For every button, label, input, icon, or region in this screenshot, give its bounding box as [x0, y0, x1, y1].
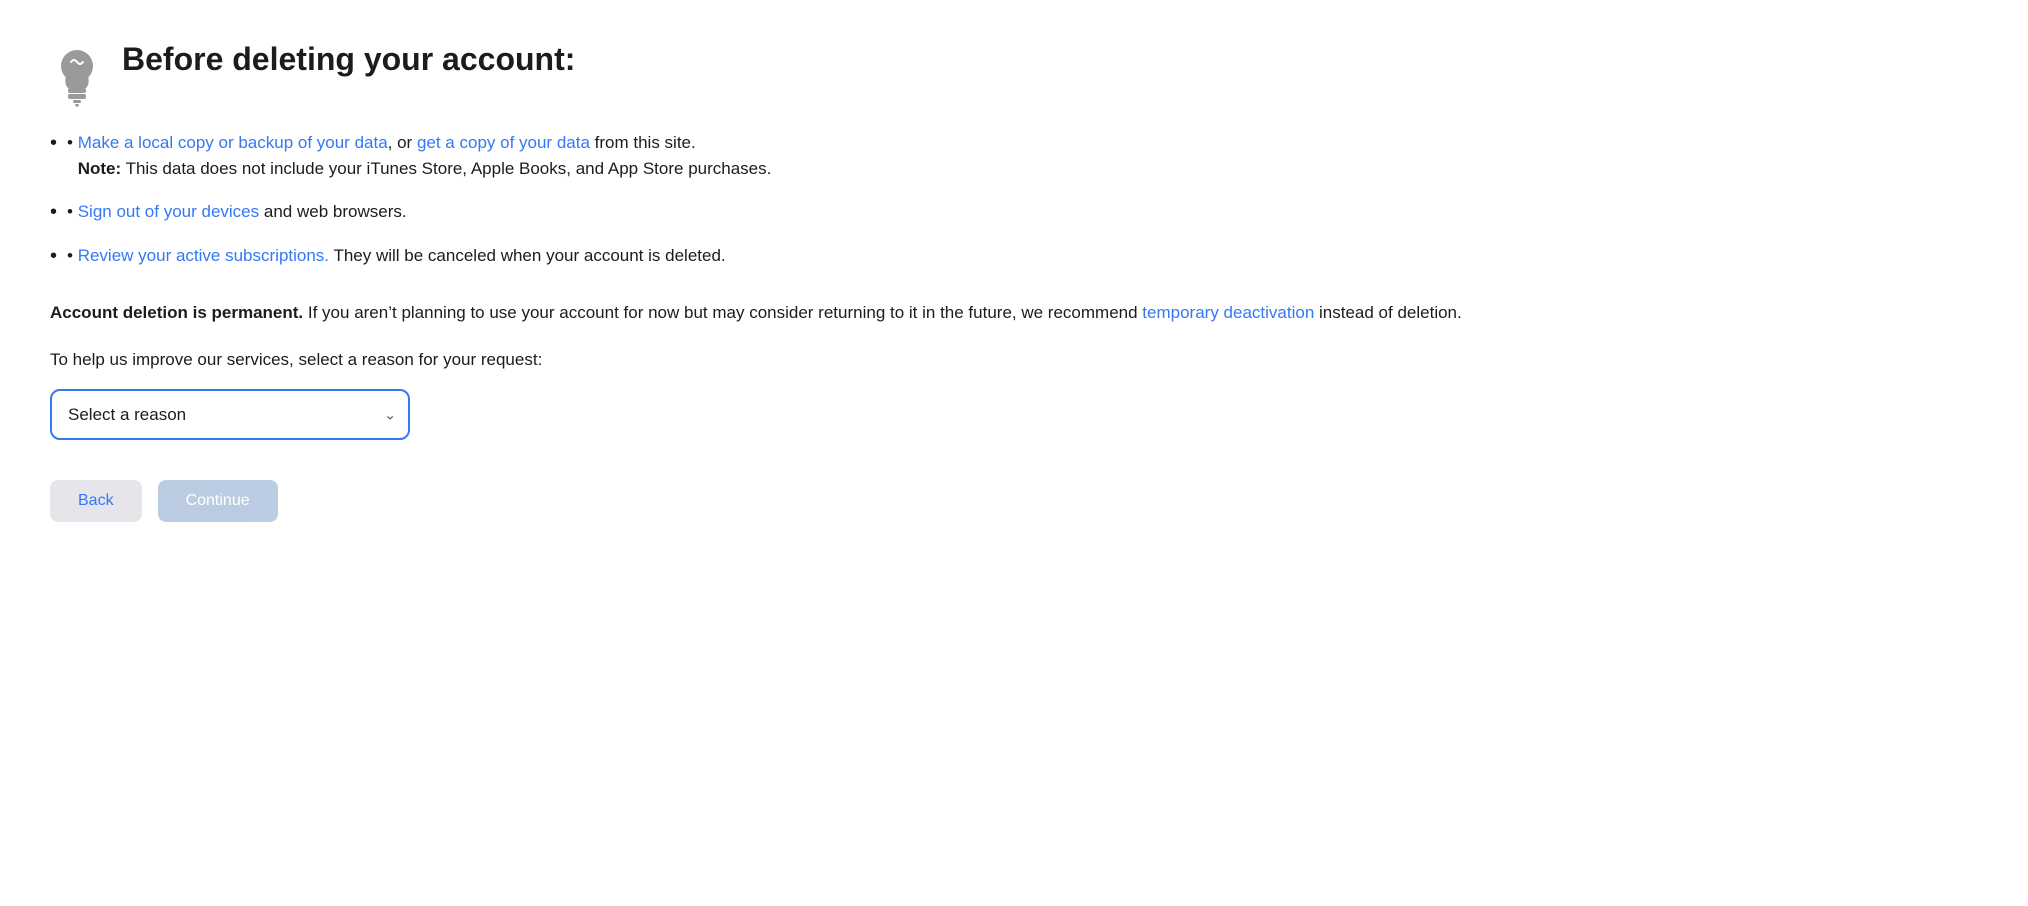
get-copy-link[interactable]: get a copy of your data: [417, 133, 590, 152]
continue-button[interactable]: Continue: [158, 480, 278, 522]
permanent-section: Account deletion is permanent. If you ar…: [50, 299, 1550, 326]
select-wrapper: Select a reason I use this service too m…: [50, 389, 410, 440]
reason-select[interactable]: Select a reason I use this service too m…: [50, 389, 410, 440]
list-item-3-content: Review your active subscriptions. They w…: [78, 243, 726, 269]
list-item-3: • Review your active subscriptions. They…: [50, 243, 1550, 269]
permanent-text1: If you aren’t planning to use your accou…: [308, 303, 1142, 322]
note-bold: Note:: [78, 159, 121, 178]
list-item-2-suffix: and web browsers.: [264, 202, 407, 221]
page-title: Before deleting your account:: [122, 40, 575, 78]
list-item-1: • Make a local copy or backup of your da…: [50, 130, 1550, 181]
list-item-1-suffix: from this site.: [595, 133, 696, 152]
lightbulb-icon: [50, 42, 104, 102]
sign-out-link[interactable]: Sign out of your devices: [78, 202, 259, 221]
page-container: Before deleting your account: • Make a l…: [50, 40, 1550, 522]
bullet-marker-3: •: [67, 243, 78, 269]
improve-section: To help us improve our services, select …: [50, 346, 1550, 373]
permanent-bold: Account deletion is permanent.: [50, 303, 303, 322]
list-item-2: • Sign out of your devices and web brows…: [50, 199, 1550, 225]
bullet-marker-2: •: [67, 199, 78, 225]
buttons-section: Back Continue: [50, 480, 1550, 522]
note-text: This data does not include your iTunes S…: [126, 159, 772, 178]
permanent-text2: instead of deletion.: [1319, 303, 1462, 322]
bullet-marker-1: •: [67, 130, 78, 156]
temporary-deactivation-link[interactable]: temporary deactivation: [1142, 303, 1314, 322]
make-local-copy-link[interactable]: Make a local copy or backup of your data: [78, 133, 388, 152]
list-item-2-content: Sign out of your devices and web browser…: [78, 199, 407, 225]
review-subscriptions-link[interactable]: Review your active subscriptions.: [78, 246, 329, 265]
back-button[interactable]: Back: [50, 480, 142, 522]
list-item-1-content: Make a local copy or backup of your data…: [78, 130, 772, 181]
list-item-3-suffix: They will be canceled when your account …: [333, 246, 725, 265]
bullet-list: • Make a local copy or backup of your da…: [50, 130, 1550, 269]
header-section: Before deleting your account:: [50, 40, 1550, 102]
